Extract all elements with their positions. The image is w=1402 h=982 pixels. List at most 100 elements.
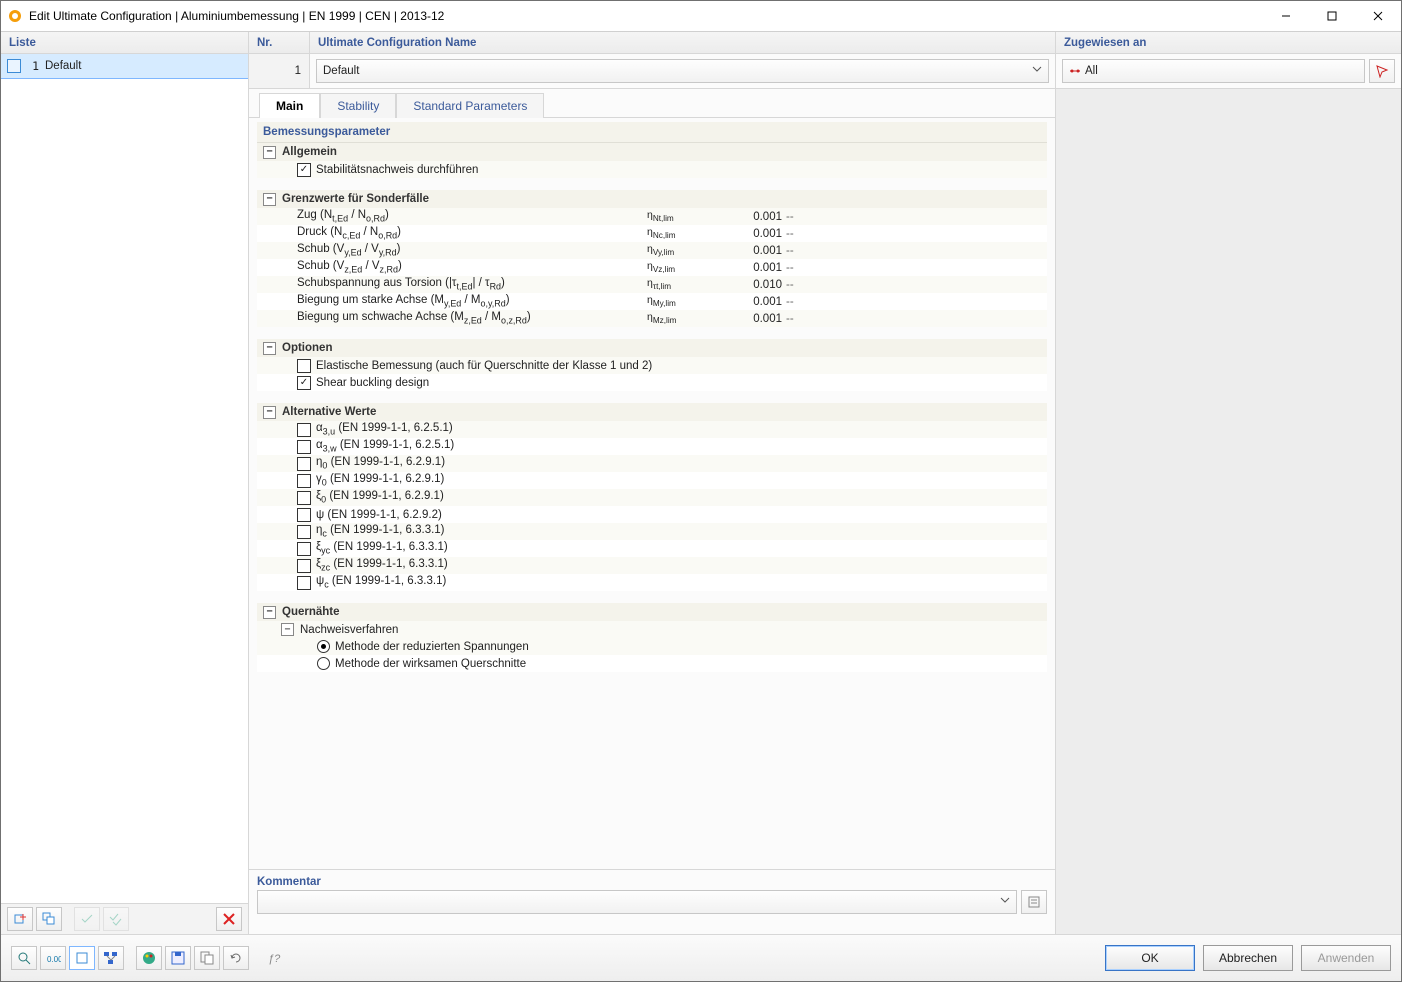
apply-button[interactable]: Anwenden xyxy=(1301,945,1391,971)
radio-row[interactable]: Methode der reduzierten Spannungen xyxy=(257,638,1047,655)
checkbox-row[interactable]: ξ0 (EN 1999-1-1, 6.2.9.1) xyxy=(257,489,1047,506)
check-button[interactable] xyxy=(74,907,100,931)
row-value[interactable]: 0.001 xyxy=(712,296,786,308)
checkbox-row[interactable]: α3,u (EN 1999-1-1, 6.2.5.1) xyxy=(257,421,1047,438)
value-row[interactable]: Zug (Nt,Ed / No,Rd)ηNt,lim0.001-- xyxy=(257,208,1047,225)
checkbox-row[interactable]: Elastische Bemessung (auch für Querschni… xyxy=(257,357,1047,374)
tab-standard-parameters[interactable]: Standard Parameters xyxy=(396,93,544,118)
checkbox-icon[interactable] xyxy=(297,525,311,539)
checkbox-row[interactable]: ψ (EN 1999-1-1, 6.2.9.2) xyxy=(257,506,1047,523)
radio-row[interactable]: Methode der wirksamen Querschnitte xyxy=(257,655,1047,672)
collapse-icon[interactable]: − xyxy=(263,406,276,419)
minimize-button[interactable] xyxy=(1263,2,1309,31)
checkbox-row[interactable]: ξyc (EN 1999-1-1, 6.3.3.1) xyxy=(257,540,1047,557)
toolbar-search-icon[interactable] xyxy=(11,946,37,970)
toolbar-save-icon[interactable] xyxy=(165,946,191,970)
collapse-icon[interactable]: − xyxy=(281,623,294,636)
checkbox-icon[interactable] xyxy=(297,542,311,556)
section-allgemein[interactable]: − Allgemein xyxy=(257,143,1047,161)
checkbox-icon[interactable] xyxy=(297,423,311,437)
row-label: Schubspannung aus Torsion (|τt,Ed| / τRd… xyxy=(297,277,647,291)
checkbox-icon[interactable] xyxy=(297,359,311,373)
chevron-down-icon xyxy=(1000,895,1010,905)
maximize-button[interactable] xyxy=(1309,2,1355,31)
checkbox-row[interactable]: η0 (EN 1999-1-1, 6.2.9.1) xyxy=(257,455,1047,472)
new-item-button[interactable] xyxy=(7,907,33,931)
ok-button[interactable]: OK xyxy=(1105,945,1195,971)
checkbox-icon[interactable]: ✓ xyxy=(297,163,311,177)
radio-icon[interactable] xyxy=(317,640,330,653)
item-icon xyxy=(7,59,21,73)
list-item[interactable]: 1 Default xyxy=(1,54,248,78)
delete-button[interactable] xyxy=(216,907,242,931)
row-symbol: ητt,lim xyxy=(647,277,712,291)
name-combo[interactable]: Default xyxy=(316,59,1049,83)
checkbox-icon[interactable]: ✓ xyxy=(297,376,311,390)
subrow[interactable]: − Nachweisverfahren xyxy=(257,621,1047,638)
item-number: 1 xyxy=(27,59,39,73)
checkbox-icon[interactable] xyxy=(297,457,311,471)
value-row[interactable]: Schub (Vy,Ed / Vy,Rd)ηVy,lim0.001-- xyxy=(257,242,1047,259)
toolbar-copy-icon[interactable] xyxy=(194,946,220,970)
tab-main[interactable]: Main xyxy=(259,93,320,118)
value-row[interactable]: Biegung um schwache Achse (Mz,Ed / Mo,z,… xyxy=(257,310,1047,327)
collapse-icon[interactable]: − xyxy=(263,146,276,159)
comment-library-button[interactable] xyxy=(1021,890,1047,914)
pick-button[interactable] xyxy=(1369,59,1395,83)
checkbox-icon[interactable] xyxy=(297,440,311,454)
checkbox-icon[interactable] xyxy=(297,559,311,573)
checkbox-icon[interactable] xyxy=(297,576,311,590)
row-value[interactable]: 0.001 xyxy=(712,262,786,274)
checkbox-row[interactable]: ✓Stabilitätsnachweis durchführen xyxy=(257,161,1047,178)
value-row[interactable]: Schubspannung aus Torsion (|τt,Ed| / τRd… xyxy=(257,276,1047,293)
close-button[interactable] xyxy=(1355,2,1401,31)
checkbox-icon[interactable] xyxy=(297,508,311,522)
cancel-button[interactable]: Abbrechen xyxy=(1203,945,1293,971)
comment-input[interactable] xyxy=(257,890,1017,914)
toolbar-precision-icon[interactable]: 0.00 xyxy=(40,946,66,970)
checkbox-row[interactable]: α3,w (EN 1999-1-1, 6.2.5.1) xyxy=(257,438,1047,455)
copy-item-button[interactable] xyxy=(36,907,62,931)
value-row[interactable]: Schub (Vz,Ed / Vz,Rd)ηVz,lim0.001-- xyxy=(257,259,1047,276)
value-row[interactable]: Biegung um starke Achse (My,Ed / Mo,y,Rd… xyxy=(257,293,1047,310)
row-label: Schub (Vy,Ed / Vy,Rd) xyxy=(297,243,647,257)
name-value: Default xyxy=(323,65,359,77)
checkbox-row[interactable]: ξzc (EN 1999-1-1, 6.3.3.1) xyxy=(257,557,1047,574)
tab-strip: MainStabilityStandard Parameters xyxy=(249,89,1055,118)
checkbox-row[interactable]: γ0 (EN 1999-1-1, 6.2.9.1) xyxy=(257,472,1047,489)
collapse-icon[interactable]: − xyxy=(263,193,276,206)
assign-combo[interactable]: All xyxy=(1062,59,1365,83)
collapse-icon[interactable]: − xyxy=(263,606,276,619)
section-optionen[interactable]: − Optionen xyxy=(257,339,1047,357)
checkbox-icon[interactable] xyxy=(297,491,311,505)
row-label: Biegung um schwache Achse (Mz,Ed / Mo,z,… xyxy=(297,311,647,325)
toolbar-tree-icon[interactable] xyxy=(98,946,124,970)
svg-text:ƒ?: ƒ? xyxy=(268,953,281,965)
config-list[interactable]: 1 Default xyxy=(1,54,248,903)
checkbox-label: γ0 (EN 1999-1-1, 6.2.9.1) xyxy=(316,473,444,487)
check-all-button[interactable] xyxy=(103,907,129,931)
nr-label: Nr. xyxy=(249,32,309,54)
toolbar-highlight-icon[interactable] xyxy=(69,946,95,970)
section-grenzwerte[interactable]: − Grenzwerte für Sonderfälle xyxy=(257,190,1047,208)
checkbox-icon[interactable] xyxy=(297,474,311,488)
section-alt[interactable]: − Alternative Werte xyxy=(257,403,1047,421)
collapse-icon[interactable]: − xyxy=(263,342,276,355)
row-unit: -- xyxy=(786,296,816,308)
row-value[interactable]: 0.001 xyxy=(712,245,786,257)
checkbox-row[interactable]: ✓Shear buckling design xyxy=(257,374,1047,391)
row-value[interactable]: 0.001 xyxy=(712,211,786,223)
row-value[interactable]: 0.001 xyxy=(712,228,786,240)
row-value[interactable]: 0.001 xyxy=(712,313,786,325)
tab-stability[interactable]: Stability xyxy=(320,93,396,118)
checkbox-row[interactable]: ηc (EN 1999-1-1, 6.3.3.1) xyxy=(257,523,1047,540)
checkbox-row[interactable]: ψc (EN 1999-1-1, 6.3.3.1) xyxy=(257,574,1047,591)
toolbar-fn-icon[interactable]: ƒ? xyxy=(261,946,287,970)
assign-value: All xyxy=(1085,65,1098,77)
radio-icon[interactable] xyxy=(317,657,330,670)
row-value[interactable]: 0.010 xyxy=(712,279,786,291)
toolbar-palette-icon[interactable] xyxy=(136,946,162,970)
toolbar-reset-icon[interactable] xyxy=(223,946,249,970)
value-row[interactable]: Druck (Nc,Ed / No,Rd)ηNc,lim0.001-- xyxy=(257,225,1047,242)
section-quer[interactable]: − Quernähte xyxy=(257,603,1047,621)
